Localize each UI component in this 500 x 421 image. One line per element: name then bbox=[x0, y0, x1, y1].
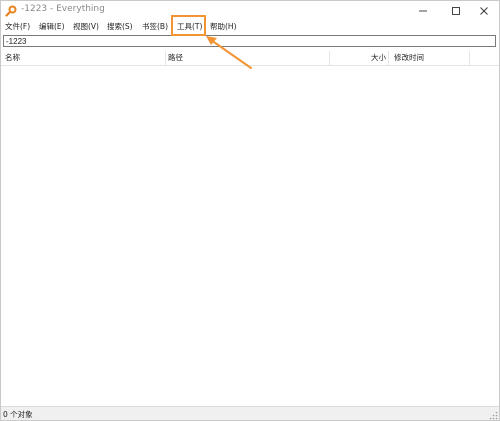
window-title: -1223 - Everything bbox=[21, 4, 105, 14]
minimize-button[interactable] bbox=[408, 1, 438, 20]
column-divider[interactable] bbox=[469, 51, 470, 65]
maximize-button[interactable] bbox=[441, 1, 471, 20]
menu-bookmarks[interactable]: 书签(B) bbox=[142, 21, 168, 32]
status-bar: 0 个对象 bbox=[1, 406, 499, 420]
menu-file[interactable]: 文件(F) bbox=[5, 21, 30, 32]
close-button[interactable] bbox=[469, 1, 499, 20]
menu-search[interactable]: 搜索(S) bbox=[107, 21, 133, 32]
maximize-icon bbox=[452, 6, 460, 15]
column-name[interactable]: 名称 bbox=[5, 51, 20, 65]
status-object-count: 0 个对象 bbox=[3, 410, 33, 419]
menu-view[interactable]: 视图(V) bbox=[73, 21, 99, 32]
minimize-icon bbox=[419, 10, 427, 11]
tools-menu-highlight bbox=[171, 15, 206, 36]
search-input[interactable] bbox=[3, 35, 496, 47]
column-path[interactable]: 路径 bbox=[168, 51, 183, 65]
close-icon bbox=[480, 6, 488, 15]
menu-help[interactable]: 帮助(H) bbox=[210, 21, 237, 32]
resize-grip-icon[interactable] bbox=[489, 411, 498, 420]
column-divider[interactable] bbox=[329, 51, 330, 65]
results-list[interactable] bbox=[1, 66, 499, 406]
column-divider[interactable] bbox=[388, 51, 389, 65]
column-header: 名称 路径 大小 修改时间 bbox=[1, 51, 499, 66]
column-modified[interactable]: 修改时间 bbox=[394, 51, 424, 65]
column-divider[interactable] bbox=[165, 51, 166, 65]
title-bar: -1223 - Everything bbox=[1, 1, 499, 20]
menu-bar: 文件(F) 编辑(E) 视图(V) 搜索(S) 书签(B) 工具(T) 帮助(H… bbox=[1, 20, 499, 34]
column-size[interactable]: 大小 bbox=[371, 51, 386, 65]
magnifier-icon bbox=[5, 5, 17, 17]
menu-edit[interactable]: 编辑(E) bbox=[39, 21, 65, 32]
everything-window: -1223 - Everything 文件(F) 编辑(E) 视图(V) 搜索(… bbox=[0, 0, 500, 421]
